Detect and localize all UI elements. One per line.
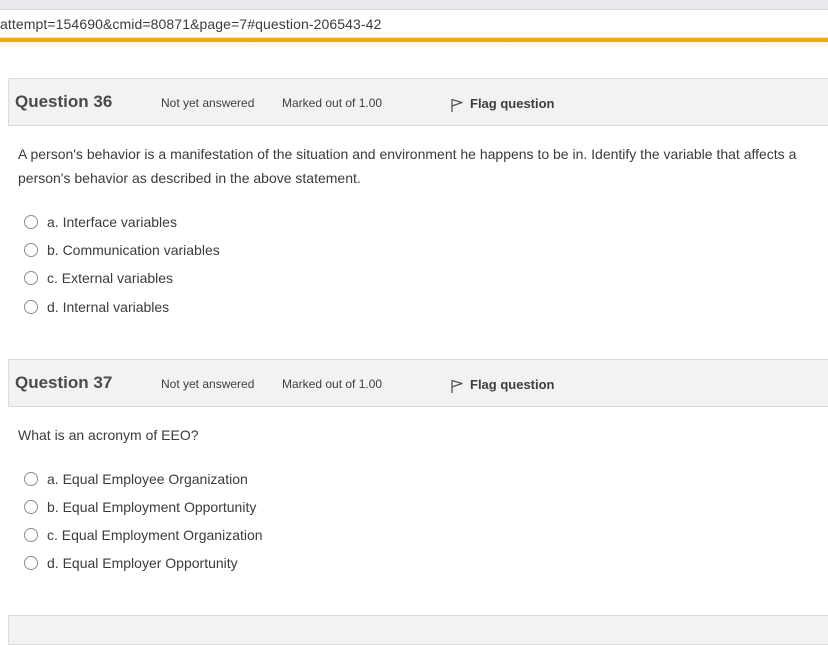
answer-option[interactable]: c. Equal Employment Organization xyxy=(24,525,263,545)
accent-shadow xyxy=(0,42,828,48)
address-bar-url[interactable]: attempt=154690&cmid=80871&page=7#questio… xyxy=(0,16,381,32)
question-title: Question 37 xyxy=(15,373,113,392)
answer-option-label: d. Internal variables xyxy=(47,299,170,315)
address-bar[interactable]: attempt=154690&cmid=80871&page=7#questio… xyxy=(0,10,828,38)
radio-button[interactable] xyxy=(24,215,38,229)
radio-button[interactable] xyxy=(24,556,38,570)
answer-option-label: a. Equal Employee Organization xyxy=(47,471,248,487)
radio-button[interactable] xyxy=(24,243,38,257)
question-header: Question 37 Not yet answered Marked out … xyxy=(8,359,828,407)
flag-icon xyxy=(451,98,463,112)
browser-chrome xyxy=(0,0,828,10)
answer-option[interactable]: a. Equal Employee Organization xyxy=(24,469,248,489)
question-title: Question 36 xyxy=(15,92,113,111)
answer-option-label: b. Equal Employment Opportunity xyxy=(47,499,257,515)
answer-option-label: c. External variables xyxy=(47,270,174,286)
flag-question-button[interactable]: Flag question xyxy=(449,374,555,394)
answer-option[interactable]: a. Interface variables xyxy=(24,212,177,232)
answer-option[interactable]: c. External variables xyxy=(24,268,173,288)
flag-question-button[interactable]: Flag question xyxy=(449,93,555,113)
question-marks: Marked out of 1.00 xyxy=(282,96,383,110)
question-text: What is an acronym of EEO? xyxy=(18,427,199,443)
question-text: A person's behavior is a manifestation o… xyxy=(18,146,797,186)
question-state: Not yet answered xyxy=(161,377,255,391)
question-state: Not yet answered xyxy=(161,96,255,110)
answer-option[interactable]: b. Communication variables xyxy=(24,240,220,260)
radio-button[interactable] xyxy=(24,472,38,486)
flag-question-label: Flag question xyxy=(470,95,555,111)
radio-button[interactable] xyxy=(24,528,38,542)
answer-option-label: a. Interface variables xyxy=(47,214,177,230)
radio-button[interactable] xyxy=(24,500,38,514)
question-marks: Marked out of 1.00 xyxy=(282,377,383,391)
answer-option[interactable]: d. Internal variables xyxy=(24,297,169,317)
next-question-header xyxy=(8,615,828,645)
radio-button[interactable] xyxy=(24,300,38,314)
answer-option-label: d. Equal Employer Opportunity xyxy=(47,555,238,571)
question-header: Question 36 Not yet answered Marked out … xyxy=(8,78,828,126)
answer-option-label: b. Communication variables xyxy=(47,242,220,258)
flag-question-label: Flag question xyxy=(470,376,555,392)
answer-option[interactable]: b. Equal Employment Opportunity xyxy=(24,497,256,517)
answer-option-label: c. Equal Employment Organization xyxy=(47,527,263,543)
radio-button[interactable] xyxy=(24,271,38,285)
flag-icon xyxy=(451,379,463,393)
answer-option[interactable]: d. Equal Employer Opportunity xyxy=(24,553,238,573)
